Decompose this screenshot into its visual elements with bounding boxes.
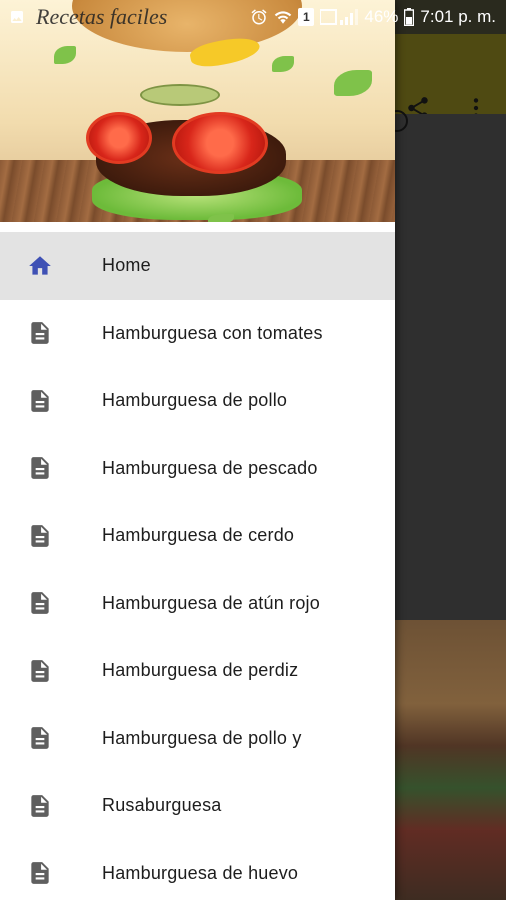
- menu-item-recipe[interactable]: Hamburguesa con tomates: [0, 300, 395, 368]
- menu-item-label: Hamburguesa de huevo: [102, 862, 299, 883]
- menu-item-label: Home: [102, 255, 151, 276]
- document-icon: [26, 859, 54, 887]
- screen: Home Hamburguesa con tomates Hamburguesa…: [0, 0, 506, 900]
- document-icon: [26, 387, 54, 415]
- alarm-icon: [250, 8, 268, 26]
- menu-item-label: Hamburguesa de pescado: [102, 457, 318, 478]
- document-icon: [26, 589, 54, 617]
- menu-item-recipe[interactable]: Hamburguesa de huevo: [0, 840, 395, 900]
- menu-item-recipe[interactable]: Hamburguesa de pescado: [0, 435, 395, 503]
- wifi-icon: [274, 8, 292, 26]
- lettuce-leaf: [54, 46, 76, 64]
- signal-icon: [320, 8, 359, 26]
- lettuce-leaf: [208, 214, 234, 222]
- battery-percent: 46%: [364, 7, 399, 26]
- menu-item-label: Rusaburguesa: [102, 795, 222, 816]
- menu-item-label: Hamburguesa de atún rojo: [102, 592, 320, 613]
- burger-pickle: [140, 84, 220, 106]
- menu-item-recipe[interactable]: Hamburguesa de perdiz: [0, 637, 395, 705]
- menu-item-recipe[interactable]: Rusaburguesa: [0, 772, 395, 840]
- lettuce-leaf: [272, 56, 294, 72]
- burger-tomato: [86, 112, 152, 164]
- home-icon: [26, 252, 54, 280]
- app-title: Recetas faciles: [36, 4, 168, 29]
- sim-icon: 1: [298, 8, 315, 26]
- menu-item-label: Hamburguesa con tomates: [102, 322, 323, 343]
- menu-item-recipe[interactable]: Hamburguesa de atún rojo: [0, 570, 395, 638]
- menu-item-recipe[interactable]: Hamburguesa de pollo y: [0, 705, 395, 773]
- app-recipe-photo: [394, 620, 506, 900]
- menu-item-label: Hamburguesa de perdiz: [102, 660, 299, 681]
- document-icon: [26, 319, 54, 347]
- navigation-drawer: Home Hamburguesa con tomates Hamburguesa…: [0, 0, 395, 900]
- document-icon: [26, 657, 54, 685]
- document-icon: [26, 792, 54, 820]
- drawer-menu: Home Hamburguesa con tomates Hamburguesa…: [0, 232, 395, 900]
- gallery-icon: [8, 8, 26, 26]
- menu-item-label: Hamburguesa de pollo: [102, 390, 288, 411]
- menu-item-home[interactable]: Home: [0, 232, 395, 300]
- document-icon: [26, 454, 54, 482]
- status-bar: Recetas faciles 1 46% 7:01 p. m.: [0, 0, 506, 34]
- burger-tomato: [172, 112, 268, 174]
- menu-item-label: Hamburguesa de pollo y: [102, 727, 302, 748]
- document-icon: [26, 724, 54, 752]
- document-icon: [26, 522, 54, 550]
- menu-item-recipe[interactable]: Hamburguesa de pollo: [0, 367, 395, 435]
- lettuce-leaf: [334, 70, 372, 96]
- clock-time: 7:01 p. m.: [420, 7, 496, 26]
- menu-item-recipe[interactable]: Hamburguesa de cerdo: [0, 502, 395, 570]
- menu-item-label: Hamburguesa de cerdo: [102, 525, 295, 546]
- battery-icon: [404, 8, 415, 26]
